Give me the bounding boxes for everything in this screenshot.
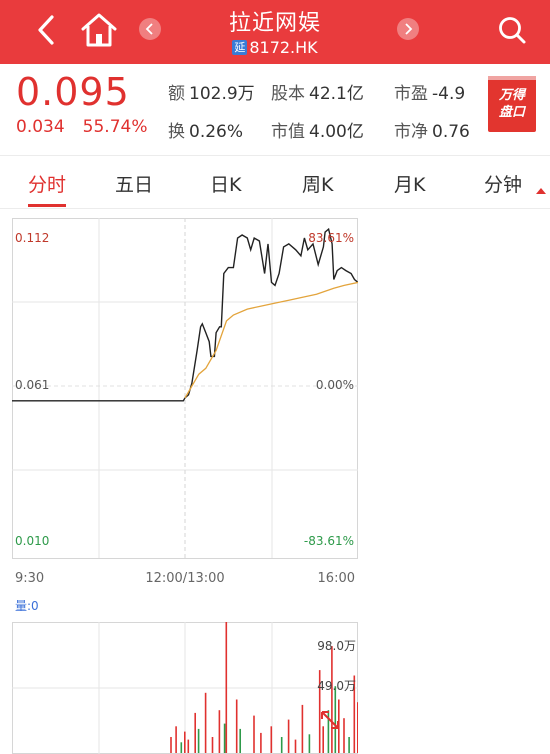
divider: [0, 155, 550, 156]
active-tab-indicator: [28, 204, 66, 207]
change-percent: 55.74%: [82, 117, 148, 137]
change-value: 0.034: [16, 117, 65, 137]
prev-stock-button[interactable]: [139, 18, 161, 40]
volume-bar: [270, 726, 273, 753]
last-price: 0.095: [16, 70, 130, 114]
divider: [0, 208, 550, 209]
pct-high-label: 83.61%: [308, 231, 354, 245]
volume-bar: [194, 712, 196, 753]
stat-pb-value: 0.76: [432, 122, 470, 142]
volume-bar: [260, 732, 262, 753]
volume-bar: [239, 728, 241, 753]
stock-code: 延 8172.HK: [175, 38, 375, 57]
back-arrow-icon: [38, 15, 54, 45]
search-button[interactable]: [492, 10, 532, 50]
price-low-label: 0.010: [15, 534, 49, 548]
volume-bar: [187, 739, 190, 753]
volume-bar: [287, 719, 290, 753]
stat-mktcap: 市值 4.00亿: [271, 117, 364, 142]
stat-amount: 额 102.9万: [168, 79, 255, 104]
home-button[interactable]: [78, 8, 120, 52]
price-high-label: 0.112: [15, 231, 49, 245]
time-label-close: 16:00: [318, 571, 355, 586]
volume-bar: [223, 723, 226, 753]
volume-bar: [294, 739, 297, 753]
stat-shares: 股本 42.1亿: [271, 79, 364, 104]
stat-shares-value: 42.1亿: [309, 84, 364, 104]
stat-pb: 市净 0.76: [394, 117, 470, 142]
volume-bar: [211, 737, 214, 753]
volume-bar: [280, 737, 283, 753]
volume-scale-max: 98.0万: [317, 639, 356, 653]
wande-line1: 万得: [498, 88, 525, 103]
back-button[interactable]: [28, 10, 64, 50]
minute-dropdown-icon[interactable]: [536, 188, 546, 194]
volume-bar: [334, 686, 337, 753]
prev-stock-icon: [145, 23, 153, 35]
delayed-badge: 延: [232, 40, 248, 55]
search-icon: [499, 17, 526, 44]
volume-bar: [184, 731, 186, 753]
pct-low-label: -83.61%: [304, 534, 354, 548]
volume-bar: [348, 737, 350, 753]
volume-bar: [180, 742, 183, 753]
chart-svg: 0.112 0.061 0.010 83.61% 0.00% -83.61% 9…: [12, 218, 359, 754]
chart-tabs: 分时 五日 日K 周K 月K 分钟: [0, 160, 550, 208]
volume-bar: [253, 715, 255, 753]
volume-bar: [331, 646, 333, 753]
wande-line2: 盘口: [498, 105, 525, 120]
volume-bar: [235, 699, 238, 753]
time-label-midday: 12:00/13:00: [145, 571, 224, 586]
stat-pe-value: -4.9: [432, 84, 466, 104]
tab-monthly-k[interactable]: 月K: [394, 170, 425, 197]
stat-shares-label: 股本: [271, 84, 305, 104]
stat-mktcap-value: 4.00亿: [309, 122, 364, 142]
stat-mktcap-label: 市值: [271, 122, 305, 142]
home-icon: [81, 13, 117, 47]
stat-pe: 市盈 -4.9: [394, 79, 465, 104]
stat-turnover: 换 0.26%: [168, 117, 243, 142]
volume-label: 量:0: [15, 599, 39, 613]
volume-bar: [204, 692, 207, 753]
next-stock-icon: [405, 23, 413, 35]
volume-bar: [357, 702, 359, 753]
stat-pb-label: 市净: [394, 122, 428, 142]
volume-bar: [308, 734, 311, 753]
tab-daily-k[interactable]: 日K: [210, 170, 241, 197]
volume-scale-mid: 49.0万: [317, 679, 356, 693]
price-mid-label: 0.061: [15, 378, 49, 392]
volume-bar: [343, 718, 345, 753]
intraday-chart[interactable]: 0.112 0.061 0.010 83.61% 0.00% -83.61% 9…: [12, 218, 359, 754]
pct-mid-label: 0.00%: [316, 378, 354, 392]
price-change: 0.034 55.74%: [16, 117, 148, 137]
tab-five-day[interactable]: 五日: [115, 170, 153, 197]
time-label-open: 9:30: [15, 571, 44, 586]
volume-bar: [170, 737, 172, 753]
volume-bar: [175, 726, 177, 753]
tab-intraday[interactable]: 分时: [28, 170, 66, 197]
volume-bar: [197, 728, 200, 753]
stock-name: 拉近网娱: [228, 11, 321, 36]
stat-amount-label: 额: [168, 84, 185, 104]
next-stock-button[interactable]: [397, 18, 419, 40]
stock-code-text: 8172.HK: [249, 38, 318, 57]
tab-minute[interactable]: 分钟: [484, 170, 522, 197]
volume-bar: [225, 622, 228, 753]
stat-turnover-value: 0.26%: [189, 122, 244, 142]
stat-amount-value: 102.9万: [189, 84, 255, 104]
volume-bar: [301, 704, 304, 753]
volume-bar: [218, 710, 221, 753]
stat-turnover-label: 换: [168, 122, 185, 142]
wande-orderbook-button[interactable]: 万得 盘口: [488, 76, 536, 132]
top-bar: 拉近网娱 延 8172.HK: [0, 0, 550, 64]
tab-weekly-k[interactable]: 周K: [302, 170, 333, 197]
stat-pe-label: 市盈: [394, 84, 428, 104]
volume-bar: [322, 726, 324, 753]
